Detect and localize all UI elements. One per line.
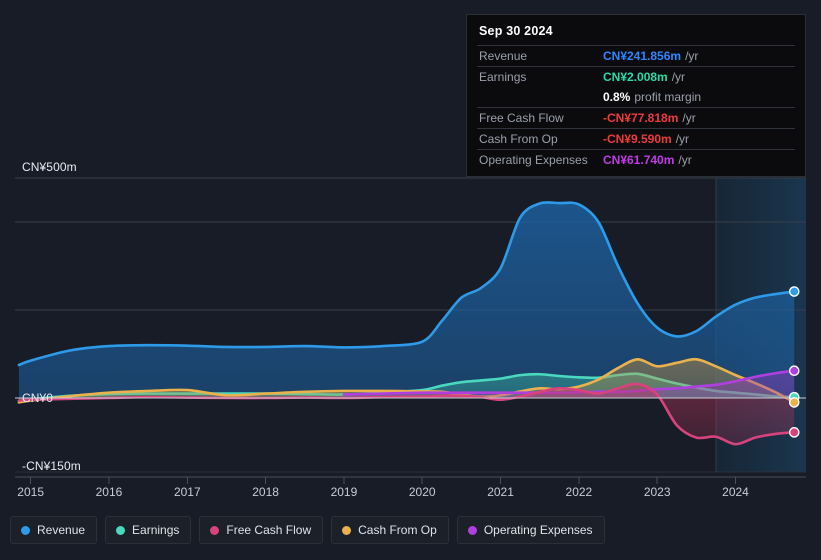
x-axis-label-2023: 2023 <box>643 485 671 499</box>
tooltip-row: Cash From Op -CN¥9.590m/yr <box>477 128 795 149</box>
legend-label: Cash From Op <box>358 523 437 537</box>
x-axis-label-2020: 2020 <box>408 485 436 499</box>
tooltip-metric-value: -CN¥9.590m <box>603 132 672 146</box>
legend-color-dot-icon <box>21 525 30 535</box>
x-axis-label-2022: 2022 <box>565 485 593 499</box>
tooltip-metric-value: 0.8% <box>603 90 631 104</box>
legend-item-free-cash-flow[interactable]: Free Cash Flow <box>199 516 324 544</box>
tooltip-row: Free Cash Flow -CN¥77.818m/yr <box>477 107 795 128</box>
legend-label: Revenue <box>37 523 86 537</box>
y-axis-label-top: CN¥500m <box>22 160 77 174</box>
legend-color-dot-icon <box>116 525 126 535</box>
x-axis-label-2015: 2015 <box>17 485 45 499</box>
tooltip-metric-unit: /yr <box>678 153 692 167</box>
y-axis-label-zero: CN¥0 <box>22 391 54 405</box>
endpoint-operating-expenses <box>788 365 800 377</box>
x-axis-label-2016: 2016 <box>95 485 123 499</box>
legend-label: Free Cash Flow <box>226 523 312 537</box>
x-axis-label-2024: 2024 <box>722 485 749 499</box>
endpoint-revenue <box>788 286 800 297</box>
financial-chart-page: CN¥500m CN¥0 -CN¥150m 2015 2016 2017 2018 20… <box>0 0 821 560</box>
legend-label: Earnings <box>132 523 180 537</box>
y-axis-label-bottom: -CN¥150m <box>22 459 81 473</box>
x-axis-label-2018: 2018 <box>252 485 279 499</box>
legend-color-dot-icon <box>467 525 477 535</box>
tooltip-metric-label: Cash From Op <box>479 132 558 146</box>
legend-label: Operating Expenses <box>483 523 593 537</box>
tooltip-date: Sep 30 2024 <box>479 24 553 38</box>
tooltip-row: Operating Expenses CN¥61.740m/yr <box>477 149 795 170</box>
tooltip-metric-value: CN¥241.856m <box>603 49 682 63</box>
chart-legend: Revenue Earnings Free Cash Flow Cash From O… <box>10 516 605 544</box>
tooltip-row: Revenue CN¥241.856m/yr <box>477 45 795 66</box>
legend-item-revenue[interactable]: Revenue <box>10 516 98 544</box>
endpoint-cash-from-op <box>788 397 800 408</box>
tooltip-row: Earnings CN¥2.008m/yr <box>477 66 795 87</box>
tooltip-metric-unit: /yr <box>675 132 690 146</box>
legend-color-dot-icon <box>342 525 352 535</box>
endpoint-free-cash-flow <box>788 427 800 438</box>
tooltip-metric-unit: /yr <box>682 111 696 125</box>
tooltip-metric-value: CN¥61.740m <box>603 153 675 167</box>
tooltip-metric-unit: /yr <box>685 49 699 63</box>
legend-item-operating-expenses[interactable]: Operating Expenses <box>456 516 605 544</box>
tooltip-metric-label: Revenue <box>479 49 528 63</box>
tooltip-metric-label: Free Cash Flow <box>479 111 564 125</box>
tooltip-metric-value: -CN¥77.818m <box>603 111 679 125</box>
data-tooltip-panel: Sep 30 2024 Revenue CN¥241.856m/yr Earning… <box>466 14 806 177</box>
legend-color-dot-icon <box>210 525 220 535</box>
tooltip-row: 0.8% profit margin <box>477 87 795 107</box>
x-axis-label-2021: 2021 <box>487 485 514 499</box>
tooltip-metric-label: Earnings <box>479 70 527 84</box>
tooltip-metric-value: CN¥2.008m <box>603 70 668 84</box>
tooltip-metric-unit: /yr <box>671 70 686 84</box>
x-axis-label-2019: 2019 <box>330 485 358 499</box>
legend-item-cash-from-op[interactable]: Cash From Op <box>331 516 449 544</box>
tooltip-metric-unit: profit margin <box>634 90 702 104</box>
tooltip-metric-label: Operating Expenses <box>479 153 588 167</box>
x-axis-label-2017: 2017 <box>173 485 201 499</box>
tooltip-rows: Revenue CN¥241.856m/yr Earnings CN¥2.008m/y… <box>477 45 795 170</box>
legend-item-earnings[interactable]: Earnings <box>105 516 192 544</box>
